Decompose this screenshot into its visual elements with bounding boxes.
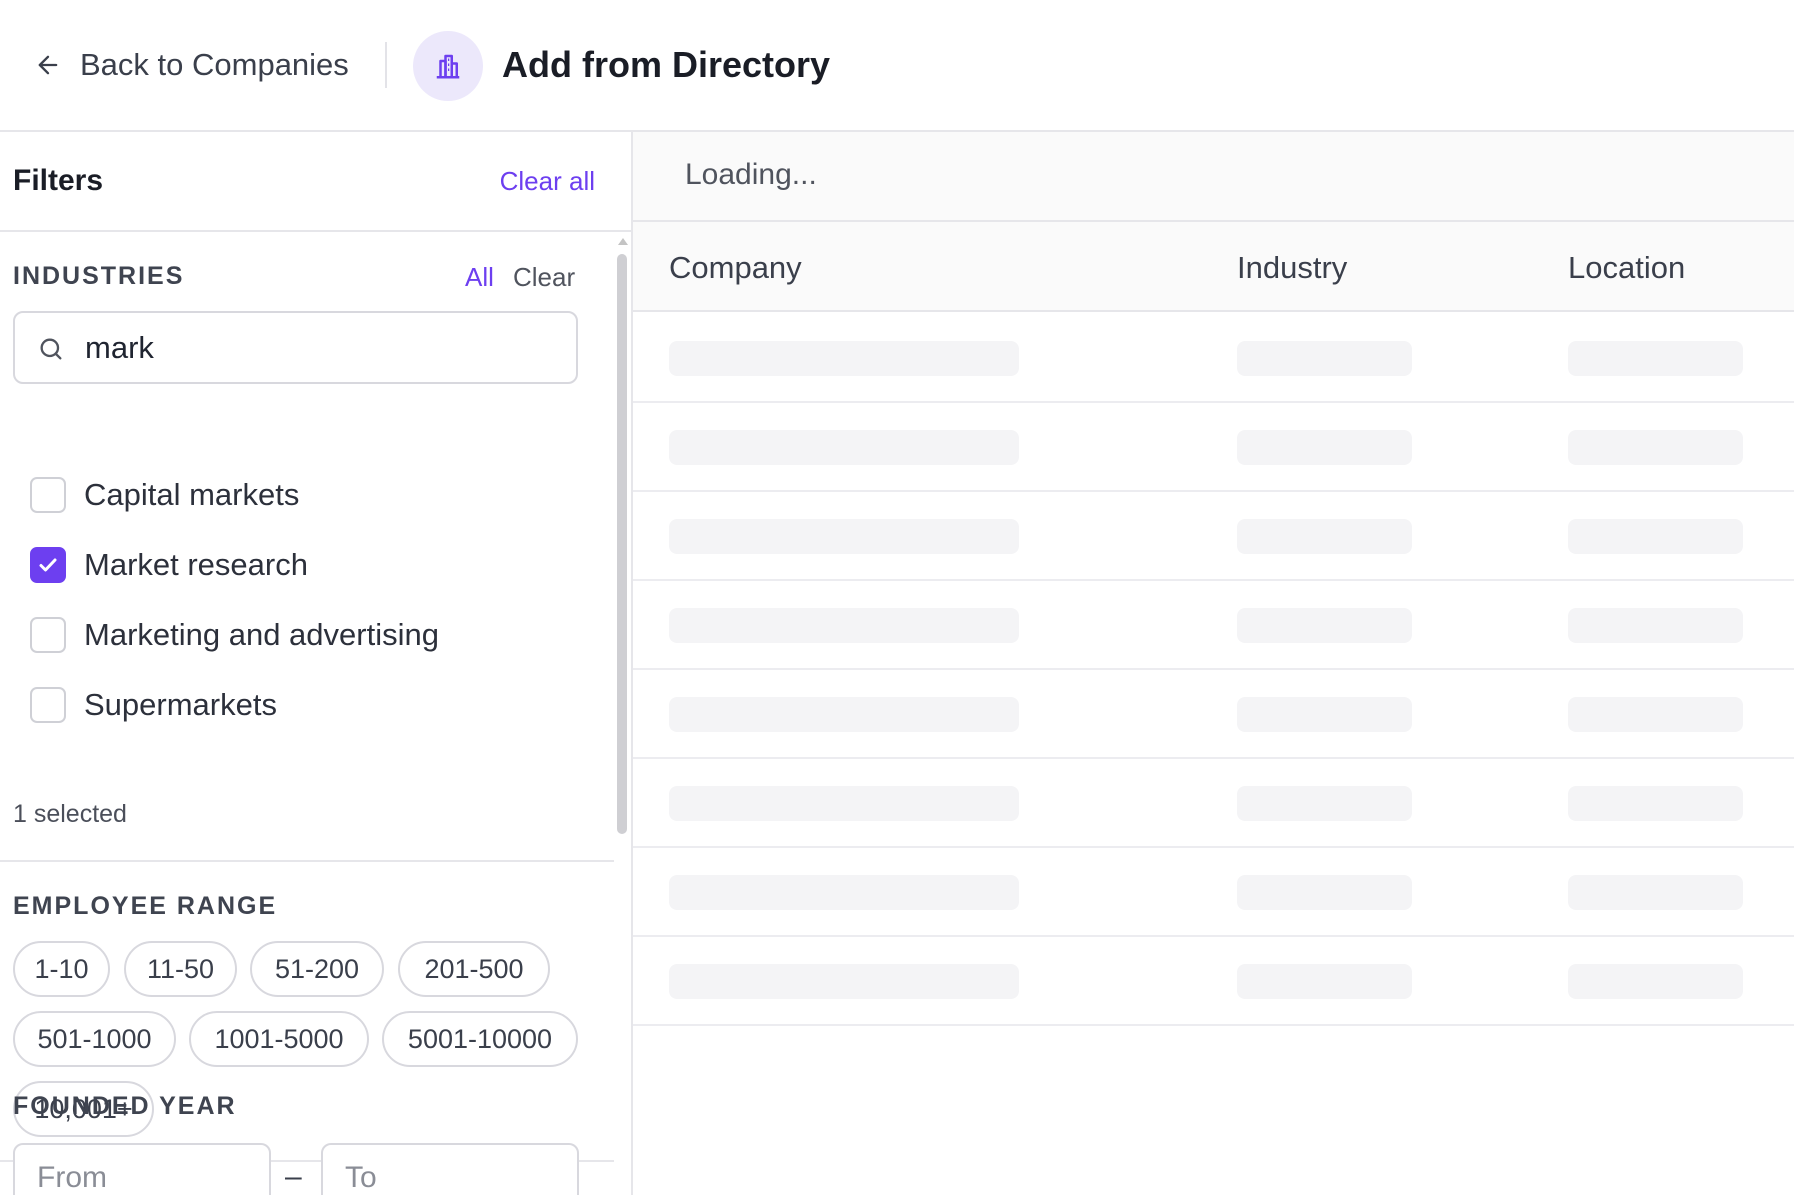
skeleton-cell xyxy=(1568,608,1743,643)
employee-range-chip[interactable]: 51-200 xyxy=(250,941,384,997)
industry-option-label: Supermarkets xyxy=(84,687,277,722)
skeleton-cell xyxy=(669,519,1019,554)
founded-year-section-label: FOUNDED YEAR xyxy=(13,1092,237,1120)
founded-year-from-input[interactable] xyxy=(13,1143,271,1195)
header-divider xyxy=(385,42,387,88)
employee-range-chip[interactable]: 1-10 xyxy=(13,941,110,997)
header-avatar xyxy=(413,31,483,101)
section-divider xyxy=(0,860,614,862)
back-link-label: Back to Companies xyxy=(80,47,349,82)
skeleton-cell xyxy=(1237,964,1412,999)
skeleton-cell xyxy=(1237,786,1412,821)
skeleton-cell xyxy=(669,341,1019,376)
filters-scrollbar[interactable] xyxy=(614,234,631,1195)
checkmark-icon xyxy=(39,558,57,572)
industry-option-capital-markets[interactable]: Capital markets xyxy=(30,472,299,518)
employee-range-chip[interactable]: 11-50 xyxy=(124,941,237,997)
industries-select-all-button[interactable]: All xyxy=(465,262,494,293)
filters-title: Filters xyxy=(13,164,104,197)
skeleton-cell xyxy=(1237,697,1412,732)
skeleton-cell xyxy=(669,964,1019,999)
column-header-company[interactable]: Company xyxy=(669,250,802,286)
scrollbar-thumb[interactable] xyxy=(617,254,627,834)
skeleton-cell xyxy=(1237,875,1412,910)
table-row-skeleton xyxy=(633,314,1794,403)
arrow-left-icon xyxy=(38,55,58,75)
scroll-up-arrow-icon[interactable] xyxy=(618,238,628,245)
filters-sidebar: Filters Clear all INDUSTRIES All Clear C… xyxy=(0,132,633,1195)
clear-all-button[interactable]: Clear all xyxy=(500,166,595,197)
column-header-industry[interactable]: Industry xyxy=(1237,250,1347,286)
skeleton-cell xyxy=(1568,341,1743,376)
filters-scroll-area[interactable]: INDUSTRIES All Clear Capital markets Mar… xyxy=(0,234,614,1195)
industries-clear-button[interactable]: Clear xyxy=(513,262,575,293)
industries-selected-count: 1 selected xyxy=(13,800,127,828)
industry-option-label: Market research xyxy=(84,547,308,582)
skeleton-cell xyxy=(669,430,1019,465)
skeleton-cell xyxy=(1568,964,1743,999)
page-title: Add from Directory xyxy=(502,44,831,85)
skeleton-cell xyxy=(669,786,1019,821)
employee-range-chip[interactable]: 501-1000 xyxy=(13,1011,176,1067)
table-row-skeleton xyxy=(633,937,1794,1026)
skeleton-cell xyxy=(1237,430,1412,465)
industry-search-box[interactable] xyxy=(13,311,578,384)
loading-status-text: Loading... xyxy=(685,158,817,191)
founded-year-separator: – xyxy=(285,1160,302,1193)
page-header: Back to Companies Add from Directory xyxy=(0,0,1794,132)
founded-year-to-input[interactable] xyxy=(321,1143,579,1195)
filters-header: Filters Clear all xyxy=(0,132,631,232)
industry-option-label: Marketing and advertising xyxy=(84,617,439,652)
table-row-skeleton xyxy=(633,670,1794,759)
industry-checkbox[interactable] xyxy=(30,617,66,653)
industry-option-market-research[interactable]: Market research xyxy=(30,542,308,588)
skeleton-cell xyxy=(1568,786,1743,821)
industry-option-marketing-and-advertising[interactable]: Marketing and advertising xyxy=(30,612,439,658)
building-icon xyxy=(436,54,460,79)
employee-range-chip[interactable]: 201-500 xyxy=(398,941,550,997)
loading-bar: Loading... xyxy=(633,132,1794,222)
skeleton-cell xyxy=(1237,608,1412,643)
employee-range-section-label: EMPLOYEE RANGE xyxy=(13,892,278,920)
skeleton-cell xyxy=(669,875,1019,910)
skeleton-cell xyxy=(1568,875,1743,910)
skeleton-cell xyxy=(1237,341,1412,376)
skeleton-cell xyxy=(1237,519,1412,554)
skeleton-cell xyxy=(669,697,1019,732)
employee-range-chip[interactable]: 1001-5000 xyxy=(189,1011,369,1067)
column-header-location[interactable]: Location xyxy=(1568,250,1685,286)
skeleton-cell xyxy=(669,608,1019,643)
employee-range-chip[interactable]: 5001-10000 xyxy=(382,1011,578,1067)
industry-search-input[interactable] xyxy=(85,323,555,373)
search-icon xyxy=(40,338,62,360)
industry-option-supermarkets[interactable]: Supermarkets xyxy=(30,682,277,728)
results-panel: Loading... Company Industry Location xyxy=(633,132,1794,1195)
industry-option-label: Capital markets xyxy=(84,477,300,512)
industries-section-label: INDUSTRIES xyxy=(13,262,185,290)
table-row-skeleton xyxy=(633,492,1794,581)
table-row-skeleton xyxy=(633,403,1794,492)
table-row-skeleton xyxy=(633,759,1794,848)
back-to-companies-link[interactable]: Back to Companies xyxy=(34,40,349,90)
industry-checkbox[interactable] xyxy=(30,477,66,513)
table-row-skeleton xyxy=(633,581,1794,670)
industry-checkbox-checked[interactable] xyxy=(30,547,66,583)
skeleton-cell xyxy=(1568,697,1743,732)
table-header: Company Industry Location xyxy=(633,222,1794,312)
industry-checkbox[interactable] xyxy=(30,687,66,723)
skeleton-cell xyxy=(1568,430,1743,465)
skeleton-cell xyxy=(1568,519,1743,554)
table-row-skeleton xyxy=(633,848,1794,937)
